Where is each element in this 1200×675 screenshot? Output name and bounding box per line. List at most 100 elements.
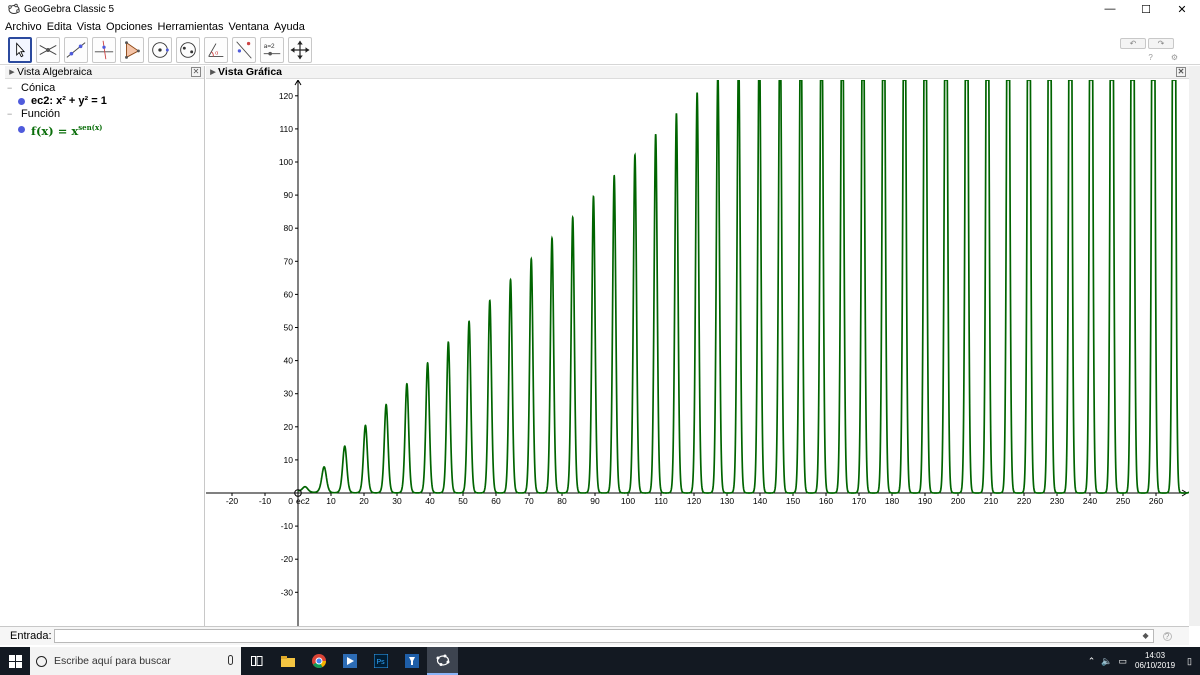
- close-button[interactable]: ✕: [1164, 0, 1200, 18]
- menu-vista[interactable]: Vista: [77, 19, 101, 35]
- network-icon[interactable]: ▭: [1118, 656, 1127, 667]
- x-tick-label: 20: [359, 496, 369, 506]
- algebra-view-header[interactable]: ▶ Vista Algebraica ✕: [5, 66, 204, 79]
- graphics-view-panel: ▶ Vista Gráfica ✕ -20 -10 10 20 30 40 50 60 70 80…: [206, 66, 1189, 626]
- reflect-line-icon: [236, 41, 252, 59]
- x-tick-label: 100: [621, 496, 635, 506]
- system-tray: ⌃ 🔈 ▭ 14:03 06/10/2019 ▯: [1088, 647, 1200, 675]
- x-tick-label: 260: [1149, 496, 1163, 506]
- menu-herramientas[interactable]: Herramientas: [158, 19, 224, 35]
- x-tick-label: 70: [524, 496, 534, 506]
- right-scrollbar[interactable]: [1189, 66, 1200, 626]
- clock-date: 06/10/2019: [1135, 661, 1176, 670]
- clock-time: 14:03: [1145, 651, 1166, 660]
- visibility-dot-icon[interactable]: [18, 98, 25, 105]
- menu-archivo[interactable]: Archivo: [5, 19, 42, 35]
- point-tool-button[interactable]: [36, 37, 60, 63]
- x-tick-label: 220: [1017, 496, 1031, 506]
- clock[interactable]: 14:03 06/10/2019: [1135, 651, 1175, 671]
- redo-button[interactable]: ↷: [1148, 38, 1174, 49]
- slider-icon: a=2: [263, 43, 281, 56]
- y-tick-label: -20: [281, 554, 294, 564]
- group-funcion[interactable]: Función: [5, 108, 204, 121]
- x-tick-label: 170: [852, 496, 866, 506]
- taskbar-search-box[interactable]: Escribe aquí para buscar: [30, 647, 241, 675]
- algebra-tree: Cónica ec2: x² + y² = 1 Función f(x) = x…: [5, 79, 204, 138]
- notifications-icon[interactable]: ▯: [1187, 656, 1192, 667]
- menu-ventana[interactable]: Ventana: [229, 19, 269, 35]
- svg-text:α: α: [215, 51, 219, 57]
- help-icon[interactable]: ?: [1148, 53, 1152, 62]
- move-tool-button[interactable]: [8, 37, 32, 63]
- perpendicular-tool-button[interactable]: [92, 37, 116, 63]
- algebra-item-f[interactable]: f(x) = xsen(x): [5, 121, 204, 138]
- close-algebra-view-icon[interactable]: ✕: [191, 67, 201, 77]
- app-pin-button[interactable]: [396, 647, 427, 675]
- x-tick-label: 150: [786, 496, 800, 506]
- menu-ayuda[interactable]: Ayuda: [274, 19, 305, 35]
- microphone-icon[interactable]: [228, 655, 233, 665]
- x-tick-label: 140: [753, 496, 767, 506]
- x-tick-label: 30: [392, 496, 402, 506]
- minimize-button[interactable]: —: [1092, 0, 1128, 18]
- media-app-button[interactable]: [334, 647, 365, 675]
- menu-opciones[interactable]: Opciones: [106, 19, 152, 35]
- graphics-view-header[interactable]: ▶ Vista Gráfica ✕: [206, 66, 1189, 79]
- tray-chevron-icon[interactable]: ⌃: [1088, 656, 1096, 667]
- f-exponent: sen(x): [78, 123, 103, 132]
- input-history-arrows-icon[interactable]: ◆: [1142, 630, 1148, 642]
- title-bar: GeoGebra Classic 5 — ☐ ✕: [0, 0, 1200, 18]
- x-tick-label: 110: [654, 496, 668, 506]
- origin-label: 0: [288, 496, 293, 506]
- collapse-caret-icon[interactable]: ▶: [7, 68, 17, 76]
- reflect-tool-button[interactable]: [232, 37, 256, 63]
- function-curve-f[interactable]: [297, 80, 1189, 494]
- circle-tool-button[interactable]: [148, 37, 172, 63]
- svg-text:Ps: Ps: [376, 659, 385, 666]
- x-tick-label: 250: [1116, 496, 1130, 506]
- windows-start-button[interactable]: [0, 647, 30, 675]
- folder-icon: [280, 655, 295, 667]
- windows-taskbar: Escribe aquí para buscar Ps ⌃ 🔈 ▭ 14:03 …: [0, 647, 1200, 675]
- undo-button[interactable]: ↶: [1120, 38, 1146, 49]
- move-view-tool-button[interactable]: [288, 37, 312, 63]
- graphics-canvas[interactable]: -20 -10 10 20 30 40 50 60 70 80 90 100 110 120 130 140 1…: [206, 80, 1189, 626]
- conic-tool-button[interactable]: [176, 37, 200, 63]
- x-tick-label: 200: [951, 496, 965, 506]
- app-pin-icon: [404, 654, 419, 668]
- menu-edita[interactable]: Edita: [47, 19, 72, 35]
- task-view-button[interactable]: [241, 647, 272, 675]
- polygon-tool-button[interactable]: [120, 37, 144, 63]
- perpendicular-line-icon: [94, 40, 114, 60]
- y-tick-label: 10: [284, 455, 294, 465]
- collapse-caret-icon[interactable]: ▶: [208, 68, 218, 76]
- line-through-points-icon: [66, 42, 86, 58]
- input-field[interactable]: ◆: [53, 629, 1154, 643]
- visibility-dot-icon[interactable]: [18, 125, 25, 133]
- volume-icon[interactable]: 🔈: [1101, 656, 1112, 667]
- angle-tool-button[interactable]: α: [204, 37, 228, 63]
- photoshop-button[interactable]: Ps: [365, 647, 396, 675]
- menu-bar: Archivo Edita Vista Opciones Herramienta…: [0, 19, 310, 35]
- algebra-item-ec2[interactable]: ec2: x² + y² = 1: [5, 95, 204, 108]
- cursor-arrow-icon: [16, 42, 26, 58]
- x-tick-label: 50: [458, 496, 468, 506]
- x-tick-label: -20: [226, 496, 239, 506]
- tool-bar: α a=2 ↶ ↷ ? ⚙: [0, 36, 1200, 65]
- line-tool-button[interactable]: [64, 37, 88, 63]
- f-definition: f(x) = xsen(x): [31, 121, 102, 138]
- f-base: f(x) = x: [31, 123, 79, 138]
- file-explorer-button[interactable]: [272, 647, 303, 675]
- y-tick-label: 110: [279, 124, 293, 134]
- geogebra-taskbar-button[interactable]: [427, 647, 458, 675]
- chrome-button[interactable]: [303, 647, 334, 675]
- group-conica[interactable]: Cónica: [5, 82, 204, 95]
- input-help-icon[interactable]: ?: [1162, 631, 1172, 641]
- slider-tool-label: a=2: [264, 43, 275, 50]
- y-tick-label: 50: [284, 323, 294, 333]
- close-graphics-view-icon[interactable]: ✕: [1176, 67, 1186, 77]
- ellipse-icon: [180, 42, 196, 58]
- maximize-button[interactable]: ☐: [1128, 0, 1164, 18]
- slider-tool-button[interactable]: a=2: [260, 37, 284, 63]
- gear-icon[interactable]: ⚙: [1171, 53, 1178, 62]
